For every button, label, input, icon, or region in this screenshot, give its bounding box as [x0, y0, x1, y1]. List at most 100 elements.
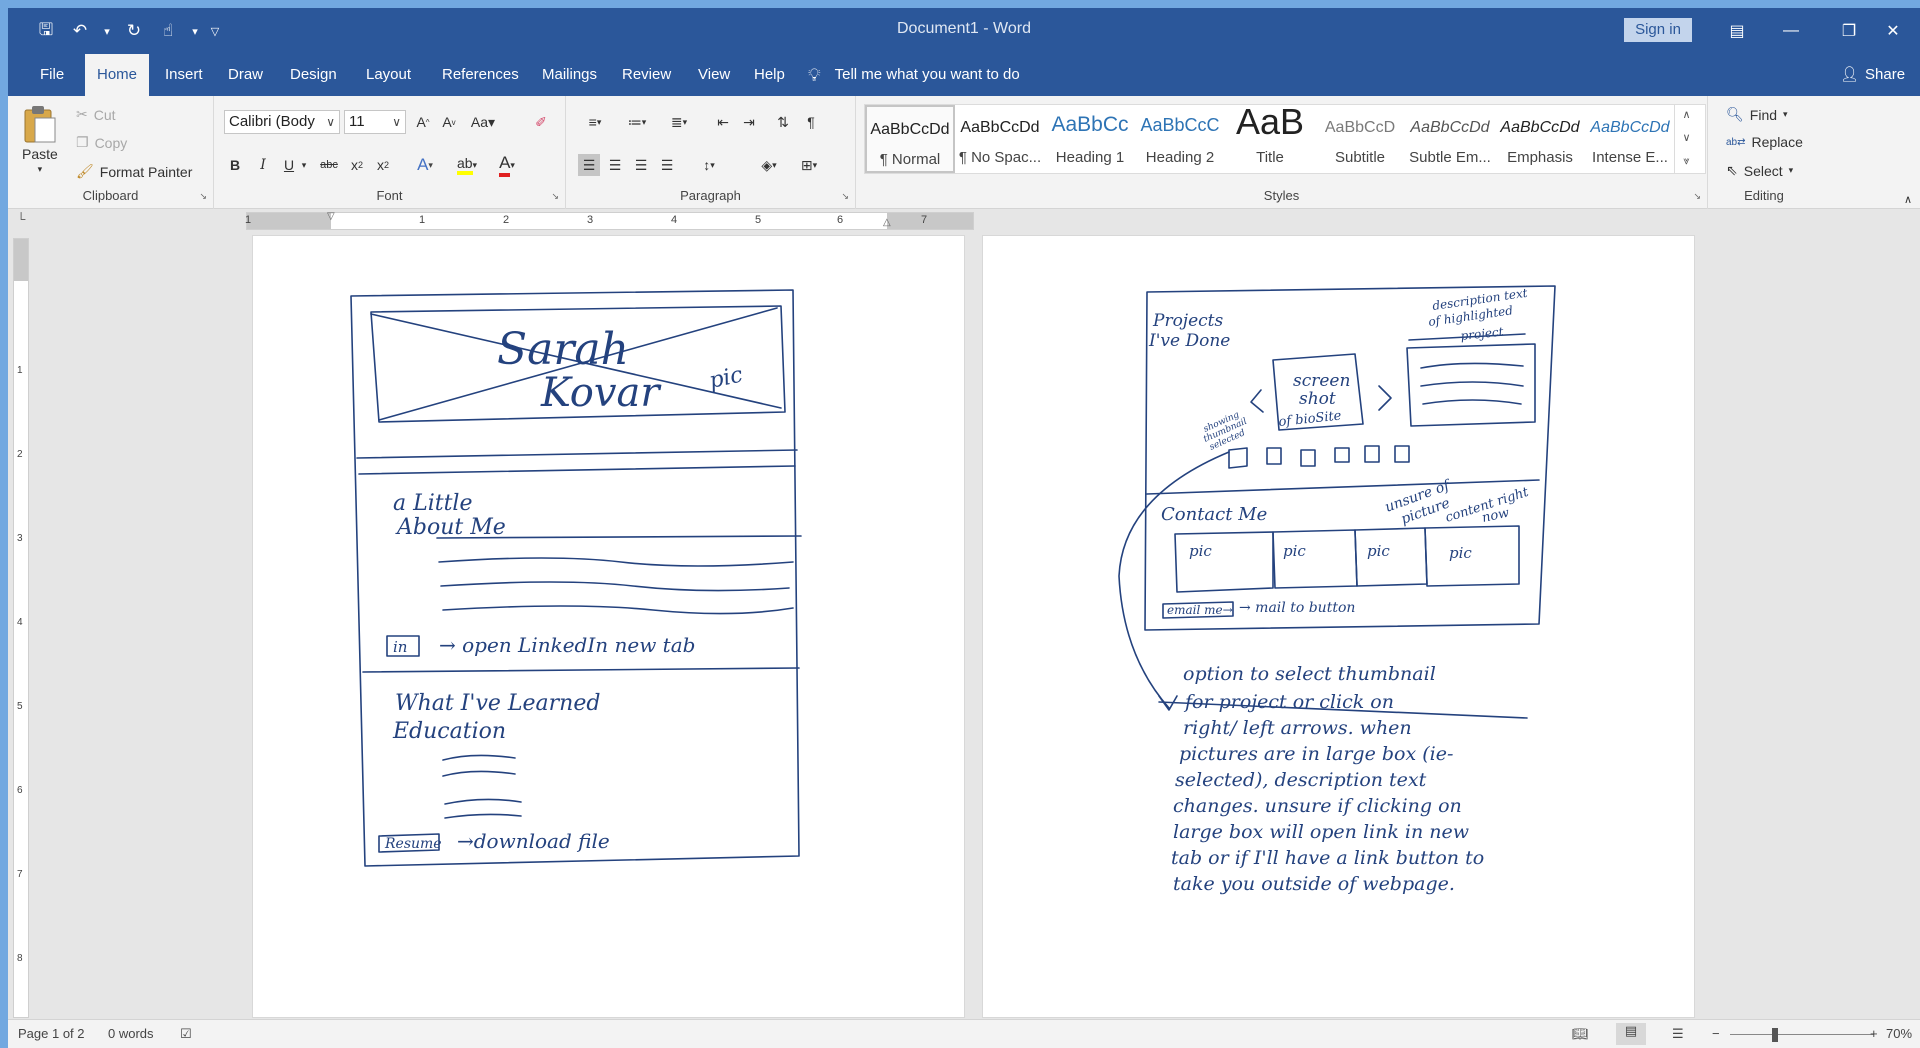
underline-dropdown-icon[interactable]: ▾ [298, 154, 310, 176]
superscript-icon[interactable]: x2 [372, 154, 394, 176]
format-painter-button[interactable]: 🖌︎ Format Painter [76, 163, 192, 180]
web-layout-icon[interactable]: ☰ [1672, 1026, 1684, 1042]
change-case-icon[interactable]: Aa▾ [468, 111, 498, 133]
styles-dialog-launcher-icon[interactable]: ↘ [1693, 191, 1701, 202]
section-divider [362, 667, 800, 673]
style-intense-emphasis[interactable]: AaBbCcDd Intense E... [1585, 105, 1675, 173]
borders-icon[interactable]: ⊞ ▾ [792, 154, 826, 176]
zoom-slider-thumb[interactable] [1772, 1028, 1778, 1042]
word-count[interactable]: 0 words [108, 1026, 154, 1041]
chevron-up-icon[interactable]: ∧ [1675, 104, 1698, 127]
indent-marker-icon[interactable]: ▽ [327, 211, 335, 222]
strikethrough-icon[interactable]: abc [316, 154, 342, 176]
zoom-slider[interactable] [1730, 1034, 1874, 1035]
numbering-icon[interactable]: ≔ ▾ [620, 111, 654, 133]
tab-view[interactable]: View [686, 54, 742, 96]
sign-in-button[interactable]: Sign in [1624, 18, 1692, 42]
zoom-out-icon[interactable]: − [1712, 1026, 1720, 1041]
cut-button[interactable]: ✂ Cut [76, 106, 116, 123]
align-left-icon[interactable]: ☰ [578, 154, 600, 176]
tab-references[interactable]: References [430, 54, 531, 96]
print-layout-icon[interactable]: ▤ [1616, 1023, 1646, 1045]
read-mode-icon[interactable]: 📖︎ [1572, 1026, 1589, 1042]
style-name: Subtle Em... [1409, 149, 1491, 166]
tab-mailings[interactable]: Mailings [530, 54, 609, 96]
tab-selector-icon[interactable]: └ [12, 212, 30, 230]
more-styles-icon[interactable]: ⩔ [1675, 150, 1698, 173]
tab-home[interactable]: Home [85, 54, 150, 96]
style-title[interactable]: AaB Title [1225, 101, 1315, 173]
tab-design[interactable]: Design [278, 54, 349, 96]
tab-insert[interactable]: Insert [153, 54, 215, 96]
replace-button[interactable]: ab⇄ Replace [1726, 134, 1803, 150]
decrease-indent-icon[interactable]: ⇤ [712, 111, 734, 133]
collapse-ribbon-icon[interactable]: ∧ [1900, 188, 1916, 210]
page-count[interactable]: Page 1 of 2 [18, 1026, 85, 1041]
style-heading-2[interactable]: AaBbCcC Heading 2 [1135, 105, 1225, 173]
style-normal[interactable]: AaBbCcDd ¶ Normal [865, 105, 955, 173]
proofing-icon[interactable]: ☑ [180, 1026, 192, 1042]
zoom-in-icon[interactable]: + [1870, 1026, 1878, 1041]
tell-me-search[interactable]: 💡︎ Tell me what you want to do [808, 54, 1020, 96]
select-button[interactable]: ⇖ Select ▾ [1726, 162, 1793, 179]
clipboard-dialog-launcher-icon[interactable]: ↘ [199, 191, 207, 202]
styles-scroll: ∧ ∨ ⩔ [1674, 104, 1698, 174]
chevron-down-icon[interactable]: ∨ [1675, 127, 1698, 150]
align-center-icon[interactable]: ☰ [604, 154, 626, 176]
increase-indent-icon[interactable]: ⇥ [738, 111, 760, 133]
ribbon-home: Paste ▾ ✂ Cut ❐ Copy 🖌︎ Format Painter C… [8, 96, 1920, 209]
bold-icon[interactable]: B [224, 154, 246, 176]
font-dialog-launcher-icon[interactable]: ↘ [551, 191, 559, 202]
restore-icon[interactable]: ❐ [1826, 8, 1872, 54]
font-family-combo[interactable]: Calibri (Body ∨ [224, 110, 340, 134]
sort-icon[interactable]: ⇅ [772, 111, 794, 133]
style-subtle-emphasis[interactable]: AaBbCcDd Subtle Em... [1405, 105, 1495, 173]
paste-dropdown-icon[interactable]: ▾ [38, 164, 43, 175]
tab-file[interactable]: File [28, 54, 76, 96]
underline-icon[interactable]: U [278, 154, 300, 176]
close-icon[interactable]: ✕ [1870, 8, 1916, 54]
document-page-1[interactable]: Sarah Kovar pic a Little About Me in → o… [252, 235, 965, 1018]
vertical-ruler[interactable]: 1 2 3 4 5 6 7 8 [13, 238, 29, 1018]
style-subtitle[interactable]: AaBbCcD Subtitle [1315, 105, 1405, 173]
shading-icon[interactable]: ◈ ▾ [752, 154, 786, 176]
italic-icon[interactable]: I [252, 154, 274, 176]
ribbon-display-options-icon[interactable]: ▤ [1714, 8, 1760, 54]
font-size-combo[interactable]: 11 ∨ [344, 110, 406, 134]
clear-formatting-icon[interactable]: ✐ [530, 111, 552, 133]
find-button[interactable]: 🔍︎ Find ▾ [1726, 106, 1788, 123]
style-heading-1[interactable]: AaBbCc Heading 1 [1045, 105, 1135, 173]
tab-draw[interactable]: Draw [216, 54, 275, 96]
minimize-icon[interactable]: — [1768, 8, 1814, 54]
zoom-level[interactable]: 70% [1886, 1026, 1912, 1041]
document-page-2[interactable]: Projects I've Done description text of h… [982, 235, 1695, 1018]
screenshot-line-1: screen [1293, 371, 1350, 391]
note-line-9: take you outside of webpage. [1173, 873, 1455, 895]
highlight-color-icon[interactable]: ab ▾ [450, 154, 484, 176]
style-name: Title [1256, 149, 1284, 166]
style-emphasis[interactable]: AaBbCcDd Emphasis [1495, 105, 1585, 173]
line-spacing-icon[interactable]: ↕ ▾ [692, 154, 726, 176]
share-button[interactable]: 👤︎ Share [1840, 54, 1905, 96]
editing-label: Editing [1744, 188, 1784, 203]
subscript-icon[interactable]: x2 [346, 154, 368, 176]
bullets-icon[interactable]: ≡ ▾ [578, 111, 612, 133]
align-right-icon[interactable]: ☰ [630, 154, 652, 176]
text-effects-icon[interactable]: A ▾ [410, 154, 440, 176]
paste-button[interactable]: Paste ▾ [22, 104, 58, 175]
style-no-spacing[interactable]: AaBbCcDd ¶ No Spac... [955, 105, 1045, 173]
horizontal-ruler[interactable]: 1 1 2 3 4 5 6 7 ▽ △ [245, 211, 974, 230]
copy-button[interactable]: ❐ Copy [76, 134, 127, 151]
shrink-font-icon[interactable]: Av [438, 111, 460, 133]
tab-help[interactable]: Help [742, 54, 797, 96]
tab-layout[interactable]: Layout [354, 54, 423, 96]
show-formatting-marks-icon[interactable]: ¶ [800, 111, 822, 133]
tab-review[interactable]: Review [610, 54, 683, 96]
font-color-icon[interactable]: A ▾ [492, 153, 522, 177]
right-indent-marker-icon[interactable]: △ [883, 217, 891, 228]
paragraph-dialog-launcher-icon[interactable]: ↘ [841, 191, 849, 202]
style-preview: AaBbCcDd [870, 121, 950, 138]
multilevel-list-icon[interactable]: ≣ ▾ [662, 111, 696, 133]
grow-font-icon[interactable]: A ^ [412, 111, 434, 133]
justify-icon[interactable]: ☰ [656, 154, 678, 176]
